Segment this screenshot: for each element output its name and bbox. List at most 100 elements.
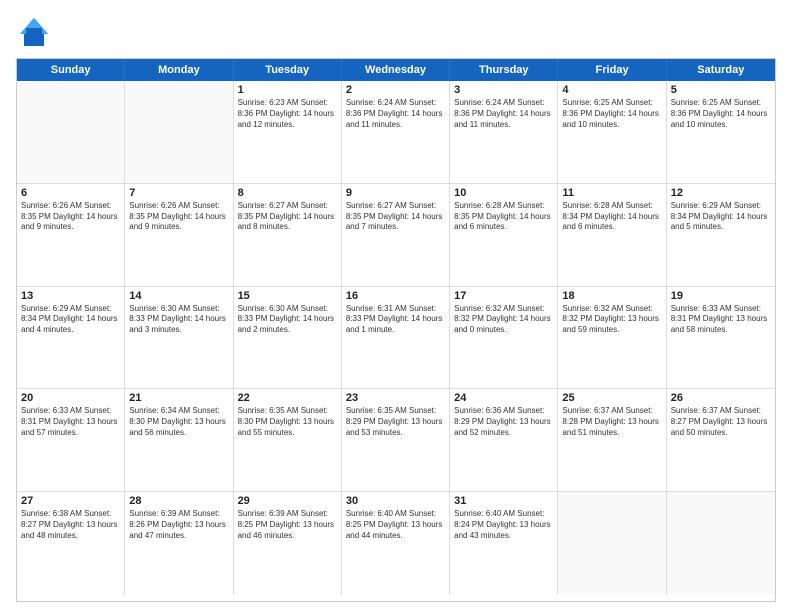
day-number: 12: [671, 187, 771, 199]
day-detail: Sunrise: 6:29 AM Sunset: 8:34 PM Dayligh…: [21, 304, 120, 336]
day-cell-19: 19 Sunrise: 6:33 AM Sunset: 8:31 PM Dayli…: [667, 287, 775, 389]
day-detail: Sunrise: 6:32 AM Sunset: 8:32 PM Dayligh…: [562, 304, 661, 336]
day-cell-3: 3Sunrise: 6:24 AM Sunset: 8:36 PM Daylig…: [450, 81, 558, 183]
day-cell-15: 15 Sunrise: 6:30 AM Sunset: 8:33 PM Dayli…: [234, 287, 342, 389]
day-number: 21: [129, 392, 228, 404]
day-number: 13: [21, 290, 120, 302]
day-detail: Sunrise: 6:37 AM Sunset: 8:27 PM Dayligh…: [671, 406, 771, 438]
week-row-3: 13 Sunrise: 6:29 AM Sunset: 8:34 PM Dayli…: [17, 287, 775, 390]
day-cell-26: 26Sunrise: 6:37 AM Sunset: 8:27 PM Dayli…: [667, 389, 775, 491]
day-cell-21: 21 Sunrise: 6:34 AM Sunset: 8:30 PM Dayli…: [125, 389, 233, 491]
day-detail: Sunrise: 6:24 AM Sunset: 8:36 PM Dayligh…: [346, 98, 445, 130]
day-number: 1: [238, 84, 337, 96]
day-detail: Sunrise: 6:34 AM Sunset: 8:30 PM Dayligh…: [129, 406, 228, 438]
day-cell-28: 28 Sunrise: 6:39 AM Sunset: 8:26 PM Dayli…: [125, 492, 233, 595]
day-cell-24: 24 Sunrise: 6:36 AM Sunset: 8:29 PM Dayli…: [450, 389, 558, 491]
day-detail: Sunrise: 6:39 AM Sunset: 8:26 PM Dayligh…: [129, 509, 228, 541]
day-detail: Sunrise: 6:27 AM Sunset: 8:35 PM Dayligh…: [238, 201, 337, 233]
day-cell-10: 10 Sunrise: 6:28 AM Sunset: 8:35 PM Dayli…: [450, 184, 558, 286]
day-detail: Sunrise: 6:24 AM Sunset: 8:36 PM Dayligh…: [454, 98, 553, 130]
day-detail: Sunrise: 6:38 AM Sunset: 8:27 PM Dayligh…: [21, 509, 120, 541]
day-cell-25: 25 Sunrise: 6:37 AM Sunset: 8:28 PM Dayli…: [558, 389, 666, 491]
day-cell-20: 20 Sunrise: 6:33 AM Sunset: 8:31 PM Dayli…: [17, 389, 125, 491]
day-detail: Sunrise: 6:37 AM Sunset: 8:28 PM Dayligh…: [562, 406, 661, 438]
day-cell-7: 7Sunrise: 6:26 AM Sunset: 8:35 PM Daylig…: [125, 184, 233, 286]
day-detail: Sunrise: 6:30 AM Sunset: 8:33 PM Dayligh…: [129, 304, 228, 336]
day-number: 29: [238, 495, 337, 507]
day-number: 6: [21, 187, 120, 199]
day-number: 5: [671, 84, 771, 96]
day-cell-6: 6 Sunrise: 6:26 AM Sunset: 8:35 PM Daylig…: [17, 184, 125, 286]
day-cell-2: 2 Sunrise: 6:24 AM Sunset: 8:36 PM Daylig…: [342, 81, 450, 183]
day-detail: Sunrise: 6:35 AM Sunset: 8:30 PM Dayligh…: [238, 406, 337, 438]
day-detail: Sunrise: 6:25 AM Sunset: 8:36 PM Dayligh…: [562, 98, 661, 130]
day-detail: Sunrise: 6:39 AM Sunset: 8:25 PM Dayligh…: [238, 509, 337, 541]
day-number: 24: [454, 392, 553, 404]
day-number: 28: [129, 495, 228, 507]
day-cell-4: 4 Sunrise: 6:25 AM Sunset: 8:36 PM Daylig…: [558, 81, 666, 183]
day-number: 18: [562, 290, 661, 302]
day-detail: Sunrise: 6:23 AM Sunset: 8:36 PM Dayligh…: [238, 98, 337, 130]
day-number: 4: [562, 84, 661, 96]
day-cell-17: 17Sunrise: 6:32 AM Sunset: 8:32 PM Dayli…: [450, 287, 558, 389]
day-cell-18: 18 Sunrise: 6:32 AM Sunset: 8:32 PM Dayli…: [558, 287, 666, 389]
day-detail: Sunrise: 6:26 AM Sunset: 8:35 PM Dayligh…: [21, 201, 120, 233]
day-number: 30: [346, 495, 445, 507]
day-number: 2: [346, 84, 445, 96]
day-detail: Sunrise: 6:32 AM Sunset: 8:32 PM Dayligh…: [454, 304, 553, 336]
day-cell-13: 13 Sunrise: 6:29 AM Sunset: 8:34 PM Dayli…: [17, 287, 125, 389]
header-day-friday: Friday: [558, 59, 666, 81]
day-detail: Sunrise: 6:35 AM Sunset: 8:29 PM Dayligh…: [346, 406, 445, 438]
day-number: 10: [454, 187, 553, 199]
day-number: 8: [238, 187, 337, 199]
day-number: 7: [129, 187, 228, 199]
day-number: 22: [238, 392, 337, 404]
day-number: 19: [671, 290, 771, 302]
day-number: 11: [562, 187, 661, 199]
day-cell-14: 14Sunrise: 6:30 AM Sunset: 8:33 PM Dayli…: [125, 287, 233, 389]
day-cell-12: 12 Sunrise: 6:29 AM Sunset: 8:34 PM Dayli…: [667, 184, 775, 286]
header-day-sunday: Sunday: [17, 59, 125, 81]
logo: [16, 14, 56, 50]
header-day-tuesday: Tuesday: [234, 59, 342, 81]
day-number: 9: [346, 187, 445, 199]
page: SundayMondayTuesdayWednesdayThursdayFrid…: [0, 0, 792, 612]
day-number: 31: [454, 495, 553, 507]
day-number: 15: [238, 290, 337, 302]
week-row-2: 6 Sunrise: 6:26 AM Sunset: 8:35 PM Daylig…: [17, 184, 775, 287]
day-detail: Sunrise: 6:28 AM Sunset: 8:34 PM Dayligh…: [562, 201, 661, 233]
day-cell-5: 5 Sunrise: 6:25 AM Sunset: 8:36 PM Daylig…: [667, 81, 775, 183]
day-cell-11: 11 Sunrise: 6:28 AM Sunset: 8:34 PM Dayli…: [558, 184, 666, 286]
day-detail: Sunrise: 6:31 AM Sunset: 8:33 PM Dayligh…: [346, 304, 445, 336]
day-cell-1: 1 Sunrise: 6:23 AM Sunset: 8:36 PM Daylig…: [234, 81, 342, 183]
day-detail: Sunrise: 6:40 AM Sunset: 8:24 PM Dayligh…: [454, 509, 553, 541]
day-cell-23: 23Sunrise: 6:35 AM Sunset: 8:29 PM Dayli…: [342, 389, 450, 491]
day-cell-8: 8 Sunrise: 6:27 AM Sunset: 8:35 PM Daylig…: [234, 184, 342, 286]
calendar: SundayMondayTuesdayWednesdayThursdayFrid…: [16, 58, 776, 602]
day-detail: Sunrise: 6:30 AM Sunset: 8:33 PM Dayligh…: [238, 304, 337, 336]
day-detail: Sunrise: 6:29 AM Sunset: 8:34 PM Dayligh…: [671, 201, 771, 233]
day-detail: Sunrise: 6:33 AM Sunset: 8:31 PM Dayligh…: [671, 304, 771, 336]
day-cell-27: 27 Sunrise: 6:38 AM Sunset: 8:27 PM Dayli…: [17, 492, 125, 595]
calendar-header: SundayMondayTuesdayWednesdayThursdayFrid…: [17, 59, 775, 81]
day-cell-29: 29 Sunrise: 6:39 AM Sunset: 8:25 PM Dayli…: [234, 492, 342, 595]
day-number: 27: [21, 495, 120, 507]
day-cell-16: 16Sunrise: 6:31 AM Sunset: 8:33 PM Dayli…: [342, 287, 450, 389]
day-detail: Sunrise: 6:33 AM Sunset: 8:31 PM Dayligh…: [21, 406, 120, 438]
day-cell-empty: [667, 492, 775, 595]
day-detail: Sunrise: 6:25 AM Sunset: 8:36 PM Dayligh…: [671, 98, 771, 130]
week-row-4: 20 Sunrise: 6:33 AM Sunset: 8:31 PM Dayli…: [17, 389, 775, 492]
day-cell-31: 31 Sunrise: 6:40 AM Sunset: 8:24 PM Dayli…: [450, 492, 558, 595]
week-row-5: 27 Sunrise: 6:38 AM Sunset: 8:27 PM Dayli…: [17, 492, 775, 595]
day-number: 25: [562, 392, 661, 404]
day-detail: Sunrise: 6:28 AM Sunset: 8:35 PM Dayligh…: [454, 201, 553, 233]
logo-icon: [16, 14, 52, 50]
header-day-monday: Monday: [125, 59, 233, 81]
day-detail: Sunrise: 6:36 AM Sunset: 8:29 PM Dayligh…: [454, 406, 553, 438]
header-day-wednesday: Wednesday: [342, 59, 450, 81]
week-row-1: 1 Sunrise: 6:23 AM Sunset: 8:36 PM Daylig…: [17, 81, 775, 184]
header: [16, 14, 776, 50]
day-number: 20: [21, 392, 120, 404]
day-cell-9: 9 Sunrise: 6:27 AM Sunset: 8:35 PM Daylig…: [342, 184, 450, 286]
day-detail: Sunrise: 6:27 AM Sunset: 8:35 PM Dayligh…: [346, 201, 445, 233]
